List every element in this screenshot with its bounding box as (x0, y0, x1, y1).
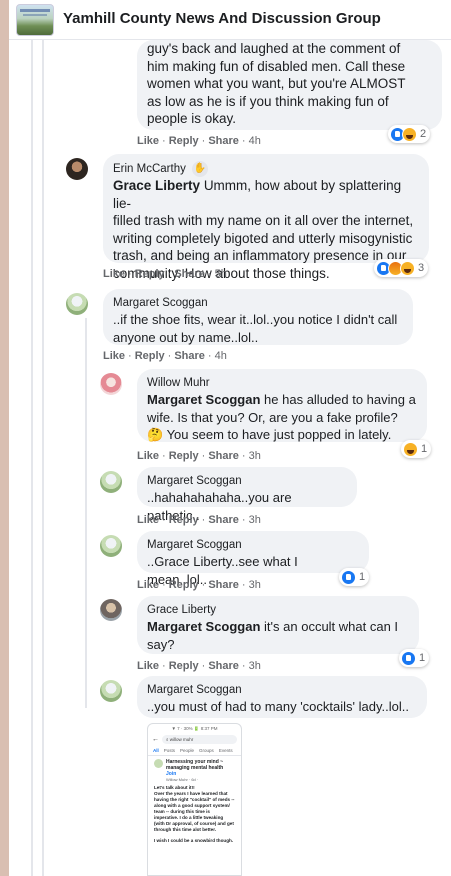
reaction-count: 3 (418, 262, 425, 274)
like-link[interactable]: Like (137, 660, 159, 672)
phone-status-bar: ▼ 7 · 30% 🔋 8:37 PM (171, 726, 218, 731)
attachment-post-body: Let's talk about it!! Over the years I h… (154, 785, 235, 843)
haha-reaction-icon (402, 126, 417, 142)
thread-line (31, 40, 33, 876)
comment-actions: Like · Reply · Share · 3h (137, 579, 261, 591)
avatar[interactable] (100, 680, 122, 702)
group-cover-thumbnail[interactable] (16, 4, 54, 36)
haha-reaction-icon (400, 260, 415, 276)
like-link[interactable]: Like (137, 135, 159, 147)
fan-badge-icon[interactable]: ✋ (191, 161, 208, 177)
comment-text: ..you must of had to many 'cocktails' la… (147, 699, 409, 714)
share-link[interactable]: Share (208, 579, 239, 591)
comment-text: Margaret Scoggan it's an occult what can… (147, 619, 399, 652)
comment-bubble: guy's back and laughed at the comment of… (137, 40, 442, 130)
comment-bubble: Grace Liberty Margaret Scoggan it's an o… (137, 596, 419, 654)
comment-actions: Like · Reply · Share · 4h (103, 350, 227, 362)
group-header: Yamhill County News And Discussion Group (9, 0, 451, 40)
comment-bubble: Willow Muhr Margaret Scoggan he has allu… (137, 369, 427, 442)
reaction-count: 1 (421, 443, 428, 455)
share-link[interactable]: Share (174, 350, 205, 362)
comment-image-attachment[interactable]: ▼ 7 · 30% 🔋 8:37 PM ← ⌕ willow muhr All … (147, 723, 242, 876)
reply-link[interactable]: Reply (135, 350, 165, 362)
comment-bubble: Margaret Scoggan ..if the shoe fits, wea… (103, 289, 413, 345)
comment-text: ..if the shoe fits, wear it..lol..you no… (113, 312, 398, 345)
group-title[interactable]: Yamhill County News And Discussion Group (63, 10, 381, 27)
thread-line (42, 40, 44, 876)
reaction-summary[interactable]: 3 (374, 259, 429, 277)
avatar[interactable] (100, 599, 122, 621)
reply-link[interactable]: Reply (169, 450, 199, 462)
mention-link[interactable]: Margaret Scoggan (147, 392, 260, 407)
reply-thread-line (85, 318, 87, 708)
comment-actions: Like · Reply · Share · 3h (137, 514, 261, 526)
attachment-post: Harnessing your mind ~ managing mental h… (154, 759, 235, 843)
timestamp[interactable]: 4h (249, 135, 261, 147)
timestamp[interactable]: 4h (215, 350, 227, 362)
timestamp[interactable]: 3h (249, 660, 261, 672)
reaction-count: 1 (419, 652, 426, 664)
comment-author[interactable]: Erin McCarthy (113, 162, 186, 177)
timestamp[interactable]: 3h (249, 579, 261, 591)
haha-reaction-icon (403, 441, 418, 457)
comment-text: Margaret Scoggan he has alluded to havin… (147, 392, 416, 442)
share-link[interactable]: Share (208, 135, 239, 147)
share-link[interactable]: Share (208, 514, 239, 526)
like-link[interactable]: Like (103, 268, 125, 280)
timestamp[interactable]: 5h (215, 268, 227, 280)
comment-actions: Like · Reply · Share · 4h (137, 135, 261, 147)
reaction-count: 2 (420, 128, 427, 140)
comment-author[interactable]: Margaret Scoggan (147, 474, 242, 489)
reaction-summary[interactable]: 1 (401, 440, 432, 458)
comment-bubble: Margaret Scoggan ..Grace Liberty..see wh… (137, 531, 369, 587)
reaction-count: 1 (359, 571, 366, 583)
reply-link[interactable]: Reply (169, 135, 199, 147)
search-field: ⌕ willow muhr (162, 735, 237, 744)
like-link[interactable]: Like (103, 350, 125, 362)
group-avatar (154, 759, 163, 768)
comment-actions: Like · Reply · Share · 3h (137, 660, 261, 672)
comment-author[interactable]: Willow Muhr (147, 376, 210, 391)
search-tabs: All Posts People Groups Events (148, 746, 241, 756)
like-link[interactable]: Like (137, 450, 159, 462)
like-link[interactable]: Like (137, 514, 159, 526)
share-link[interactable]: Share (208, 660, 239, 672)
like-reaction-icon (341, 569, 356, 585)
comment-actions: Like · Reply · Share · 3h (137, 450, 261, 462)
share-link[interactable]: Share (208, 450, 239, 462)
reply-link[interactable]: Reply (169, 514, 199, 526)
page: Yamhill County News And Discussion Group… (9, 0, 451, 876)
reply-link[interactable]: Reply (169, 579, 199, 591)
avatar[interactable] (100, 535, 122, 557)
comment-author[interactable]: Margaret Scoggan (147, 538, 242, 553)
like-link[interactable]: Like (137, 579, 159, 591)
reaction-summary[interactable]: 1 (399, 649, 430, 667)
reaction-summary[interactable]: 2 (388, 125, 431, 143)
comment-author[interactable]: Margaret Scoggan (113, 296, 208, 311)
reply-link[interactable]: Reply (169, 660, 199, 672)
back-arrow-icon: ← (152, 736, 159, 743)
timestamp[interactable]: 3h (249, 450, 261, 462)
comment-author[interactable]: Grace Liberty (147, 603, 216, 618)
like-reaction-icon (401, 650, 416, 666)
reply-link[interactable]: Reply (135, 268, 165, 280)
avatar[interactable] (66, 158, 88, 180)
comment-bubble: Margaret Scoggan ..you must of had to ma… (137, 676, 427, 718)
comment-bubble: Erin McCarthy ✋ Grace Liberty Ummm, how a… (103, 154, 429, 281)
mention-link[interactable]: Grace Liberty (113, 178, 200, 193)
reaction-summary[interactable]: 1 (339, 568, 370, 586)
avatar[interactable] (100, 373, 122, 395)
comment-actions: Like · Reply · Share · 5h (103, 268, 227, 280)
comment-text: guy's back and laughed at the comment of… (147, 41, 406, 126)
mention-link[interactable]: Margaret Scoggan (147, 619, 260, 634)
timestamp[interactable]: 3h (249, 514, 261, 526)
avatar[interactable] (66, 293, 88, 315)
comment-bubble: Margaret Scoggan ..hahahahahaha..you are… (137, 467, 357, 523)
search-row: ← ⌕ willow muhr (152, 734, 237, 745)
comment-author[interactable]: Margaret Scoggan (147, 683, 242, 698)
share-link[interactable]: Share (174, 268, 205, 280)
avatar[interactable] (100, 471, 122, 493)
